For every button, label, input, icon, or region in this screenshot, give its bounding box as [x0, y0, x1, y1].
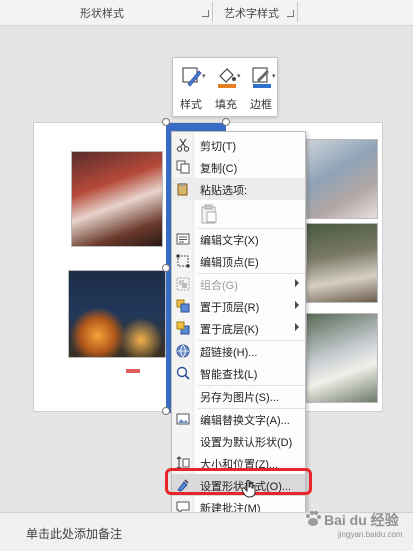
- menu-item-label: 复制(C): [200, 163, 238, 175]
- menu-item-label: 剪切(T): [200, 141, 237, 153]
- resize-handle[interactable]: [162, 264, 170, 272]
- menu-item-edit-text[interactable]: 编辑文字(X): [172, 228, 305, 250]
- ribbon-group-wordart-styles: 艺术字样式: [224, 8, 279, 20]
- mini-toolbar: ▾ 样式 ▾ 填充 ▾ 边框: [172, 57, 278, 117]
- menu-item-label: 编辑文字(X): [200, 235, 259, 247]
- menu-item-group[interactable]: 组合(G): [172, 273, 305, 295]
- photo-right-middle[interactable]: [306, 223, 378, 303]
- wordart-styles-launcher-icon[interactable]: [287, 10, 294, 17]
- highlight-annotation: [165, 468, 312, 495]
- paste-icon: [177, 183, 188, 196]
- menu-item-label: 超链接(H)...: [200, 347, 258, 359]
- outline-button[interactable]: ▾ 边框: [245, 62, 277, 114]
- chevron-down-icon: ▾: [202, 73, 206, 80]
- photo-right-top[interactable]: [306, 139, 378, 219]
- menu-item-label: 智能查找(L): [200, 369, 258, 381]
- paint-bucket-icon: [218, 68, 236, 88]
- pen-style-icon: [182, 67, 202, 87]
- resize-handle[interactable]: [162, 407, 170, 415]
- menu-item-paste-options: 粘贴选项:: [172, 178, 305, 200]
- photo-right-bottom[interactable]: [306, 313, 378, 403]
- menu-item-label: 置于底层(K): [200, 324, 259, 336]
- alt-text-icon: [176, 413, 190, 425]
- menu-item-edit-alt-text[interactable]: 编辑替换文字(A)...: [172, 408, 305, 430]
- shape-styles-launcher-icon[interactable]: [202, 10, 209, 17]
- menu-item-set-default-shape[interactable]: 设置为默认形状(D): [172, 430, 305, 452]
- menu-item-label: 设置为默认形状(D): [200, 437, 293, 449]
- submenu-arrow-icon: [295, 323, 299, 331]
- group-icon: [176, 277, 190, 291]
- hyperlink-icon: [176, 344, 190, 358]
- ribbon-divider: [297, 2, 298, 22]
- menu-item-label: 粘贴选项:: [200, 185, 248, 197]
- watermark-url: jingyan.baidu.com: [338, 530, 403, 539]
- edit-points-icon: [176, 254, 190, 268]
- menu-item-save-as-picture[interactable]: 另存为图片(S)...: [172, 385, 305, 407]
- paste-clipboard-icon[interactable]: [200, 204, 218, 224]
- photo-girl-autumn[interactable]: [71, 151, 163, 247]
- menu-item-send-to-back[interactable]: 置于底层(K): [172, 317, 305, 339]
- paw-logo-icon: [306, 511, 321, 526]
- style-label: 样式: [180, 99, 202, 111]
- smart-lookup-icon: [176, 366, 190, 380]
- mouse-cursor-icon: [242, 480, 256, 498]
- menu-item-cut[interactable]: 剪切(T): [172, 134, 305, 156]
- outline-label: 边框: [250, 99, 272, 111]
- menu-item-bring-to-front[interactable]: 置于顶层(R): [172, 295, 305, 317]
- watermark-text: Bai du 经验: [324, 512, 399, 528]
- watermark: Bai du 经验 jingyan.baidu.com: [300, 506, 412, 539]
- chevron-down-icon: ▾: [237, 73, 241, 80]
- scissors-icon: [176, 138, 190, 152]
- menu-item-edit-points[interactable]: 编辑顶点(E): [172, 250, 305, 272]
- send-back-icon: [176, 321, 190, 335]
- paste-options-row: [172, 202, 305, 228]
- context-menu: 剪切(T) 复制(C) 粘贴选项: 编辑文字(X) 编辑顶点(E) 组合(G) …: [171, 131, 306, 516]
- photo-girl-lanterns[interactable]: [68, 270, 166, 358]
- menu-item-copy[interactable]: 复制(C): [172, 156, 305, 178]
- menu-item-label: 置于顶层(R): [200, 302, 260, 314]
- notes-placeholder: 单击此处添加备注: [26, 527, 123, 541]
- ribbon: 形状样式 艺术字样式: [0, 0, 413, 26]
- menu-item-label: 另存为图片(S)...: [200, 392, 279, 404]
- copy-icon: [176, 160, 190, 174]
- edit-text-icon: [176, 233, 190, 245]
- small-slide-marker: [126, 369, 140, 373]
- bring-front-icon: [176, 299, 190, 313]
- menu-item-label: 编辑替换文字(A)...: [200, 415, 290, 427]
- submenu-arrow-icon: [295, 301, 299, 309]
- chevron-down-icon: ▾: [272, 73, 276, 80]
- resize-handle[interactable]: [162, 118, 170, 126]
- menu-item-smart-lookup[interactable]: 智能查找(L): [172, 362, 305, 384]
- menu-item-label: 组合(G): [200, 280, 238, 292]
- outline-pen-icon: [252, 67, 271, 88]
- ribbon-divider: [212, 2, 213, 22]
- fill-label: 填充: [215, 99, 237, 111]
- ribbon-group-shape-styles: 形状样式: [80, 8, 124, 20]
- resize-handle[interactable]: [222, 118, 230, 126]
- submenu-arrow-icon: [295, 279, 299, 287]
- menu-item-label: 编辑顶点(E): [200, 257, 259, 269]
- menu-item-hyperlink[interactable]: 超链接(H)...: [172, 340, 305, 362]
- fill-button[interactable]: ▾ 填充: [210, 62, 242, 114]
- style-button[interactable]: ▾ 样式: [175, 62, 207, 114]
